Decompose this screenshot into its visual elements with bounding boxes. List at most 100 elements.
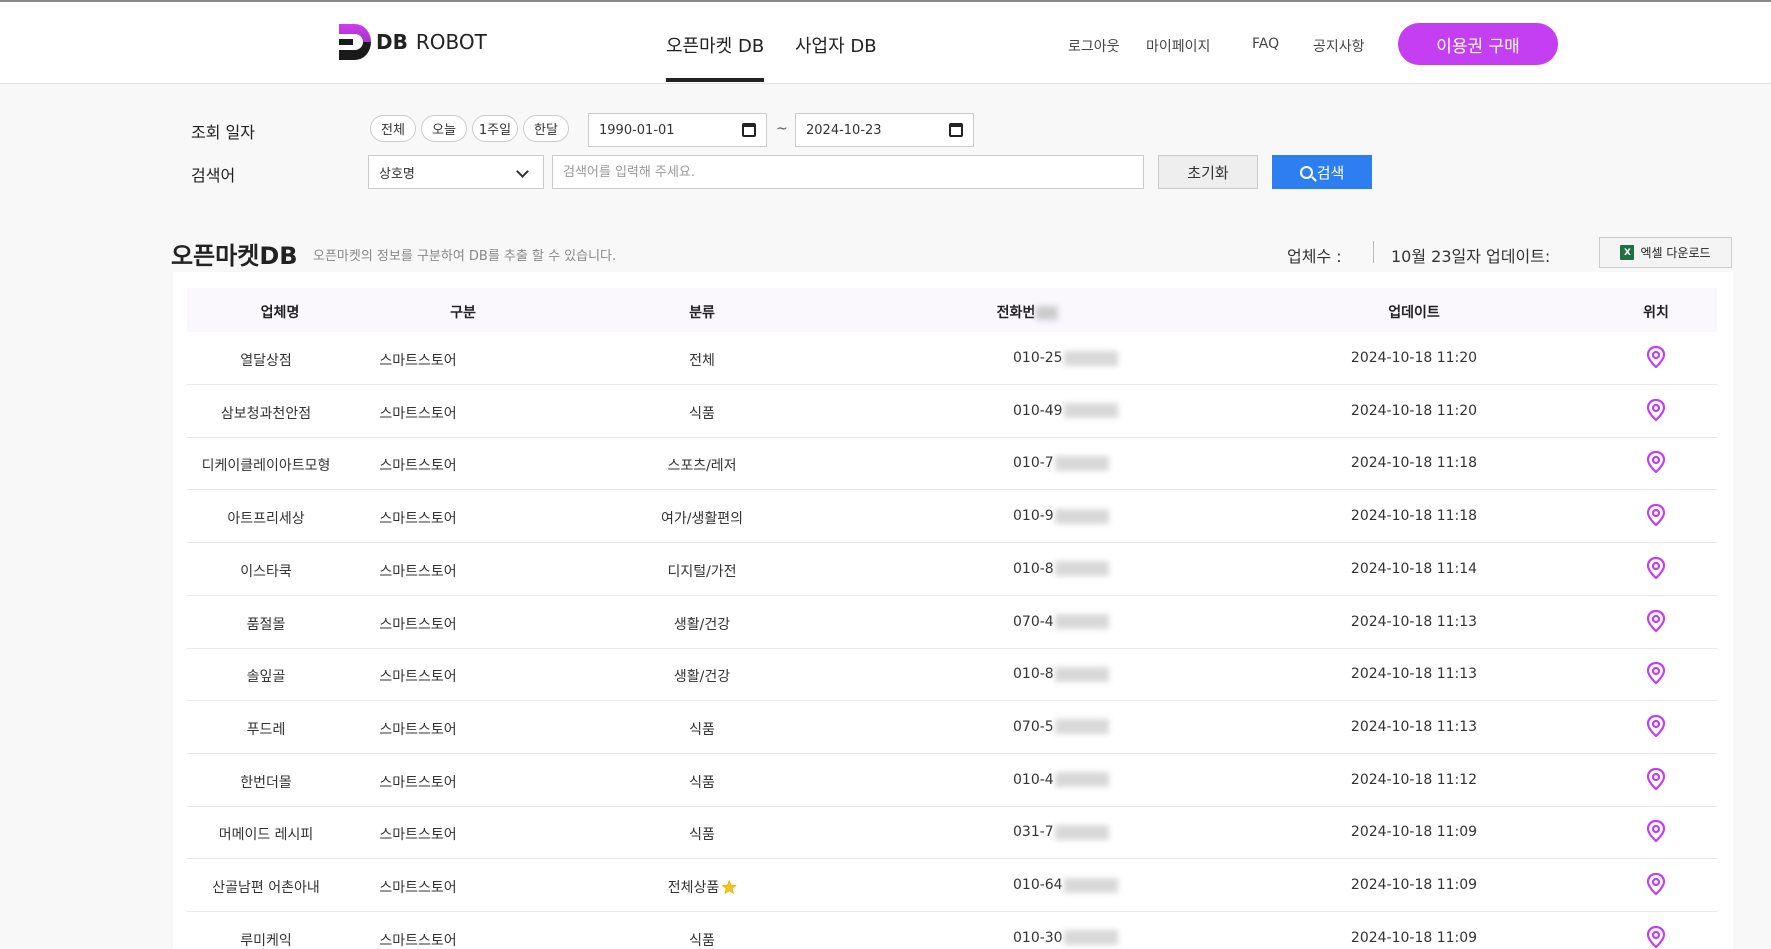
redacted-blur [1054,455,1109,471]
calendar-icon[interactable] [742,123,756,137]
table-row[interactable]: 머메이드 레시피 스마트스토어 식품 031-7 2024-10-18 11:09 [187,806,1717,860]
search-input[interactable] [552,155,1144,189]
cell-updated: 2024-10-18 11:14 [1350,560,1478,577]
date-pill-week[interactable]: 1주일 [472,115,518,142]
cell-phone: 031-7 [1013,824,1109,840]
logo[interactable]: DB ROBOT [339,24,487,60]
map-pin-icon[interactable] [1646,662,1666,688]
map-pin-icon[interactable] [1646,451,1666,477]
column-header-location: 위치 [1643,305,1669,321]
logout-link[interactable]: 로그아웃 [1068,36,1120,56]
cell-phone-text: 070-5 [1013,718,1054,735]
cell-company-name: 한번더몰 [240,774,292,791]
cell-category: 전체상품 [668,877,737,897]
date-label: 조회 일자 [191,123,255,142]
cell-category: 생활/건강 [674,614,730,634]
calendar-icon[interactable] [949,123,963,137]
cell-phone-text: 010-64 [1013,877,1063,893]
table-row[interactable]: 열달상점 스마트스토어 전체 010-25 2024-10-18 11:20 [187,332,1717,385]
cell-category: 생활/건강 [674,666,730,686]
cell-type: 스마트스토어 [379,405,457,422]
cell-company-name: 루미케익 [240,932,292,949]
company-count-label: 업체수 : [1287,247,1342,266]
map-pin-icon[interactable] [1646,609,1666,636]
redacted-blur [1035,306,1058,320]
map-pin-icon[interactable] [1646,345,1666,372]
table-row[interactable]: 솔잎골 스마트스토어 생활/건강 010-8 2024-10-18 11:13 [187,648,1717,702]
search-icon [1299,165,1313,179]
date-separator: ~ [776,121,788,137]
faq-link[interactable]: FAQ [1252,36,1279,52]
cell-updated: 2024-10-18 11:20 [1350,350,1478,366]
map-pin-icon[interactable] [1646,872,1666,899]
map-pin-icon[interactable] [1646,767,1666,794]
cell-type: 스마트스토어 [379,563,457,580]
table-row[interactable]: 아트프리세상 스마트스토어 여가/생활편의 010-9 2024-10-18 11:18 [187,490,1717,544]
date-pill-all[interactable]: 전체 [370,115,416,142]
table-row[interactable]: 품절몰 스마트스토어 생활/건강 070-4 2024-10-18 11:13 [187,596,1717,649]
cell-phone-text: 031-7 [1013,824,1054,841]
cell-phone: 010-49 [1013,403,1118,419]
notice-link[interactable]: 공지사항 [1313,36,1365,56]
tab-business-db[interactable]: 사업자 DB [795,32,877,58]
table-row[interactable]: 삼보청과천안점 스마트스토어 식품 010-49 2024-10-18 11:20 [187,385,1717,438]
cell-category-text: 전체상품 [667,880,720,896]
cell-category-text: 생활/건강 [673,616,731,633]
map-pin-icon[interactable] [1646,503,1666,530]
cell-category: 식품 [689,930,715,949]
date-pill-today[interactable]: 오늘 [421,115,467,142]
map-pin-icon[interactable] [1646,820,1666,846]
table-row[interactable]: 디케이클레이아트모형 스마트스토어 스포츠/레저 010-7 2024-10-18 11… [187,437,1717,491]
cell-company-name: 이스타쿡 [240,563,292,580]
excel-download-label: 엑셀 다운로드 [1640,246,1711,260]
mypage-link[interactable]: 마이페이지 [1146,36,1210,56]
search-button[interactable]: 검색 [1272,155,1372,189]
cell-category-text: 전체 [689,353,715,369]
buy-pass-button[interactable]: 이용권 구매 [1398,23,1558,65]
cell-company-name: 품절몰 [246,616,286,633]
map-pin-icon[interactable] [1646,925,1666,949]
cell-phone-text: 010-4 [1013,771,1054,788]
cell-updated: 2024-10-18 11:09 [1350,929,1478,946]
reset-button[interactable]: 초기화 [1158,155,1258,189]
map-pin-icon[interactable] [1646,398,1666,425]
table-row[interactable]: 이스타쿡 스마트스토어 디지털/가전 010-8 2024-10-18 11:14 [187,543,1717,596]
map-pin-icon[interactable] [1646,556,1666,583]
redacted-blur [1063,930,1118,946]
date-to-input[interactable]: 2024-10-23 [795,113,974,147]
cell-phone-text: 010-49 [1013,402,1063,419]
table-row[interactable]: 푸드레 스마트스토어 식품 070-5 2024-10-18 11:13 [187,701,1717,754]
cell-phone: 010-9 [1013,508,1109,524]
map-pin-icon[interactable] [1646,714,1666,741]
date-pill-month[interactable]: 한달 [523,115,569,142]
cell-type: 스마트스토어 [379,458,457,475]
cell-company-name: 머메이드 레시피 [218,827,314,844]
cell-type: 스마트스토어 [379,880,457,896]
cell-phone-text: 010-8 [1013,666,1054,683]
cell-type: 스마트스토어 [379,353,457,369]
table-row[interactable]: 루미케익 스마트스토어 식품 010-30 2024-10-18 11:09 [187,912,1717,949]
cell-company-name: 디케이클레이아트모형 [201,458,331,475]
cell-updated: 2024-10-18 11:13 [1350,613,1478,630]
cell-category-text: 생활/건강 [673,669,731,686]
search-field-select[interactable]: 상호명 [368,155,544,189]
cell-company-name: 솔잎골 [246,669,286,686]
date-from-value: 1990-01-01 [599,122,675,138]
date-to-value: 2024-10-23 [806,122,882,138]
page-description: 오픈마켓의 정보를 구분하여 DB를 추출 할 수 있습니다. [313,249,617,264]
table-row[interactable]: 한번더몰 스마트스토어 식품 010-4 2024-10-18 11:12 [187,754,1717,807]
column-header-category: 분류 [689,305,715,321]
excel-download-button[interactable]: X 엑셀 다운로드 [1599,237,1732,268]
cell-updated: 2024-10-18 11:09 [1350,877,1478,893]
cell-category: 식품 [689,824,715,844]
cell-updated: 2024-10-18 11:20 [1350,402,1478,419]
cell-category: 여가/생활편의 [661,508,743,528]
date-from-input[interactable]: 1990-01-01 [588,113,767,147]
logo-db-text: DB [376,30,408,54]
cell-phone: 010-64 [1013,877,1118,893]
tab-openmarket-db[interactable]: 오픈마켓 DB [666,32,765,82]
table-row[interactable]: 산골남편 어촌아내 스마트스토어 전체상품 010-64 2024-10-18 11:0… [187,859,1717,912]
redacted-blur [1063,877,1118,893]
page-title: 오픈마켓DB [171,242,298,270]
cell-phone: 010-4 [1013,772,1109,788]
